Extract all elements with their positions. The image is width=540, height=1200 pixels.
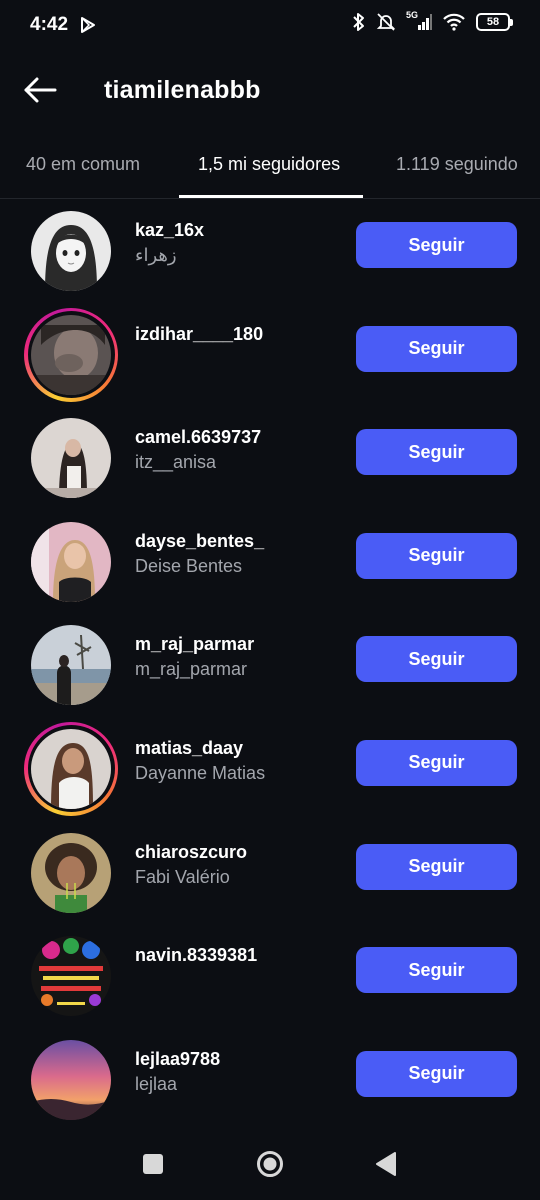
followers-list: kaz_16x زهراء Seguir izdihar____180 Segu… xyxy=(0,200,540,1132)
list-item[interactable]: izdihar____180 Seguir xyxy=(0,304,540,408)
follow-button[interactable]: Seguir xyxy=(356,636,517,683)
tab-divider xyxy=(0,198,540,199)
follow-button[interactable]: Seguir xyxy=(356,947,517,994)
back-triangle-icon[interactable] xyxy=(375,1151,397,1177)
list-item[interactable]: navin.8339381 Seguir xyxy=(0,925,540,1029)
arrow-left-icon[interactable] xyxy=(22,74,58,106)
username[interactable]: matias_daay xyxy=(135,738,243,759)
system-nav-bar xyxy=(0,1130,540,1200)
tab-mutual[interactable]: 40 em comum xyxy=(26,154,140,175)
avatar-image xyxy=(31,418,111,499)
avatar-image xyxy=(31,728,111,809)
display-name: زهراء xyxy=(135,245,177,265)
avatar[interactable] xyxy=(24,204,118,298)
avatar-image xyxy=(31,1039,111,1120)
status-time: 4:42 xyxy=(30,14,69,35)
display-name: lejlaa xyxy=(135,1073,178,1094)
avatar[interactable] xyxy=(24,826,118,920)
username[interactable]: chiaroszcuro xyxy=(135,842,247,863)
header: tiamilenabbb xyxy=(0,60,540,120)
avatar[interactable] xyxy=(24,1033,118,1127)
display-name: Fabi Valério xyxy=(135,866,230,887)
display-name: itz__anisa xyxy=(135,452,217,473)
list-item[interactable]: matias_daay Dayanne Matias Seguir xyxy=(0,718,540,822)
avatar-story-ring[interactable] xyxy=(24,721,118,816)
avatar[interactable] xyxy=(24,411,118,505)
list-item[interactable]: lejlaa9788 lejlaa Seguir xyxy=(0,1029,540,1133)
avatar-story-ring[interactable] xyxy=(24,307,118,402)
username[interactable]: camel.6639737 xyxy=(135,427,261,448)
status-icons: 5G 58 xyxy=(352,10,513,32)
battery-icon: 58 xyxy=(476,13,513,31)
list-item[interactable]: chiaroszcuro Fabi Valério Seguir xyxy=(0,822,540,926)
tab-bar: 40 em comum 1,5 mi seguidores 1.119 segu… xyxy=(0,140,540,200)
recents-square-icon[interactable] xyxy=(143,1154,163,1174)
username[interactable]: m_raj_parmar xyxy=(135,634,254,655)
avatar-image xyxy=(31,832,111,913)
list-item[interactable]: camel.6639737 itz__anisa Seguir xyxy=(0,407,540,511)
follow-button[interactable]: Seguir xyxy=(356,843,517,890)
display-name: Dayanne Matias xyxy=(135,762,266,783)
follow-button[interactable]: Seguir xyxy=(356,429,517,476)
avatar[interactable] xyxy=(24,929,118,1023)
wifi-icon xyxy=(443,13,465,31)
display-name: m_raj_parmar xyxy=(135,659,248,680)
avatar-image xyxy=(31,314,111,395)
page-title: tiamilenabbb xyxy=(104,76,261,104)
list-item[interactable]: kaz_16x زهراء Seguir xyxy=(0,200,540,304)
avatar-image xyxy=(31,625,111,706)
follow-button[interactable]: Seguir xyxy=(356,532,517,579)
username[interactable]: dayse_bentes_ xyxy=(135,531,264,552)
follow-button[interactable]: Seguir xyxy=(356,739,517,786)
avatar[interactable] xyxy=(24,515,118,609)
username[interactable]: lejlaa9788 xyxy=(135,1049,220,1070)
avatar-image xyxy=(31,521,111,602)
username[interactable]: navin.8339381 xyxy=(135,945,257,966)
home-circle-icon[interactable] xyxy=(256,1150,284,1178)
list-item[interactable]: m_raj_parmar m_raj_parmar Seguir xyxy=(0,614,540,718)
bluetooth-icon xyxy=(353,13,364,31)
tab-followers[interactable]: 1,5 mi seguidores xyxy=(198,154,340,175)
follow-button[interactable]: Seguir xyxy=(356,222,517,268)
username[interactable]: kaz_16x xyxy=(135,220,204,241)
avatar[interactable] xyxy=(24,618,118,712)
mute-icon xyxy=(376,13,396,31)
tab-following[interactable]: 1.119 seguindo xyxy=(396,154,518,175)
battery-level: 58 xyxy=(486,16,500,28)
status-bar: 4:42 5G 58 xyxy=(0,0,540,54)
avatar-image xyxy=(31,936,111,1017)
signal-icon: 5G xyxy=(406,10,432,32)
avatar-image xyxy=(31,211,111,291)
follow-button[interactable]: Seguir xyxy=(356,325,517,372)
display-name: Deise Bentes xyxy=(135,555,243,576)
follow-button[interactable]: Seguir xyxy=(356,1050,517,1097)
play-store-icon xyxy=(81,17,95,33)
list-item[interactable]: dayse_bentes_ Deise Bentes Seguir xyxy=(0,511,540,615)
username[interactable]: izdihar____180 xyxy=(135,324,263,345)
